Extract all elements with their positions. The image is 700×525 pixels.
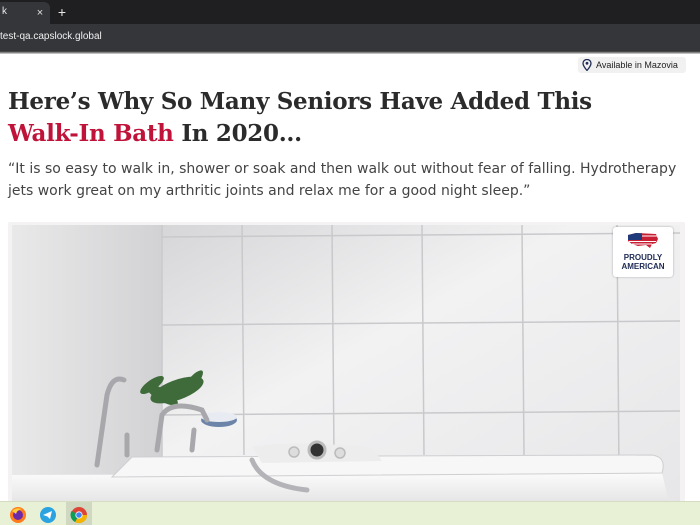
bath-photo-illustration [12,225,680,501]
us-map-flag-icon [628,233,658,248]
headline-line1: Here’s Why So Many Seniors Have Added Th… [8,88,592,115]
hero-image-frame [8,222,685,501]
testimonial-quote: “It is so easy to walk in, shower or soa… [8,161,677,199]
headline-accent: Walk-In Bath [8,120,174,147]
firefox-icon[interactable] [8,505,28,525]
close-tab-icon[interactable]: × [34,6,46,20]
os-taskbar [0,501,700,525]
location-pin-icon [582,59,592,71]
url-text[interactable]: test-qa.capslock.global [0,30,102,44]
page-headline: Here’s Why So Many Seniors Have Added Th… [8,86,688,150]
browser-tab[interactable]: k × [0,2,50,24]
availability-badge: Available in Mazovia [578,57,686,73]
address-bar[interactable]: test-qa.capslock.global [0,24,700,51]
chrome-icon[interactable] [69,505,89,525]
tab-title: k [2,6,7,17]
new-tab-button[interactable]: + [55,4,69,20]
headline-line2: In 2020... [173,120,302,147]
proudly-american-badge: PROUDLY AMERICAN [613,227,673,277]
availability-text: Available in Mazovia [596,60,678,70]
telegram-icon[interactable] [38,505,58,525]
browser-tab-strip: k × + [0,0,700,24]
badge-text: PROUDLY AMERICAN [621,253,665,271]
web-page: Available in Mazovia Here’s Why So Many … [0,54,700,501]
walk-in-bath-image [12,225,680,501]
